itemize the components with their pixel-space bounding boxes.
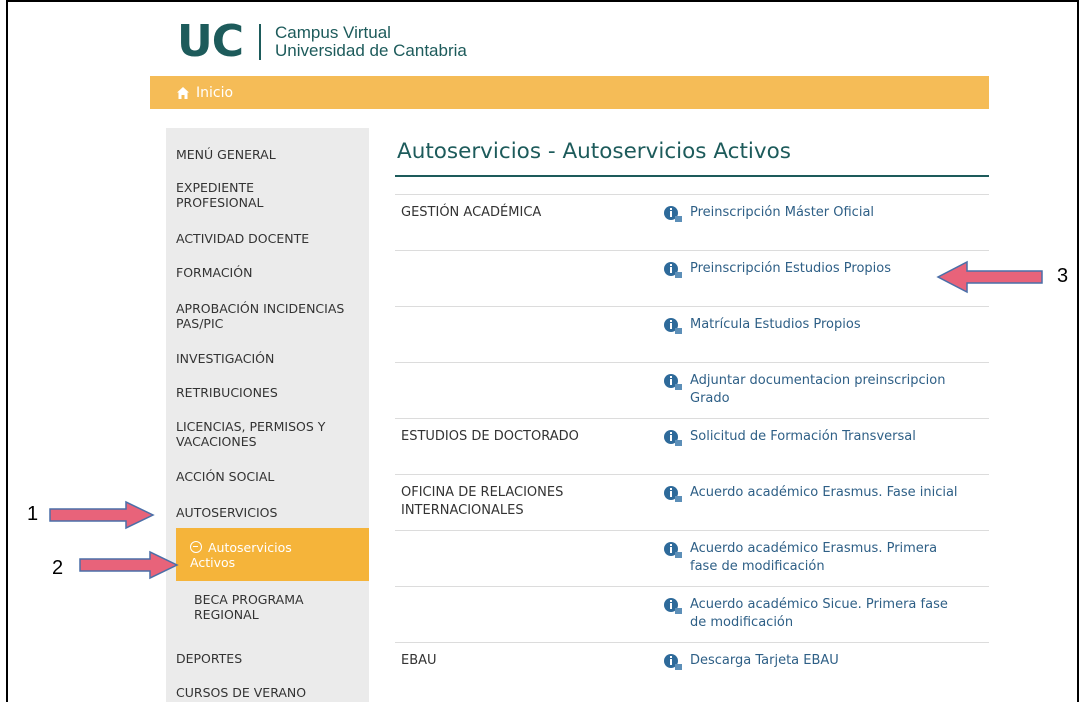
- annotation-number-1: 1: [27, 503, 39, 525]
- row-divider: [395, 362, 989, 363]
- page-title: Autoservicios - Autoservicios Activos: [397, 139, 791, 164]
- service-icon: [664, 206, 682, 222]
- service-link[interactable]: Acuerdo académico Sicue. Primera fase de…: [663, 596, 989, 636]
- category-gestion-academica: GESTIÓN ACADÉMICA: [401, 205, 542, 220]
- sidebar-item-formacion[interactable]: FORMACIÓN: [176, 265, 252, 280]
- row-divider: [395, 642, 989, 643]
- sidebar-item-menu-general[interactable]: MENÚ GENERAL: [176, 147, 276, 162]
- logo-divider: [259, 24, 262, 60]
- sidebar-item-cursos-de-verano[interactable]: CURSOS DE VERANO: [176, 685, 306, 700]
- sidebar-item-actividad-docente[interactable]: ACTIVIDAD DOCENTE: [176, 231, 309, 246]
- sidebar-item-aprobacion-incidencias[interactable]: APROBACIÓN INCIDENCIAS PAS/PIC: [176, 301, 351, 331]
- home-icon: [177, 86, 189, 99]
- service-link[interactable]: Descarga Tarjeta EBAU: [663, 652, 993, 670]
- service-icon: [664, 430, 682, 446]
- service-link-label: Preinscripción Máster Oficial: [690, 205, 875, 220]
- row-divider: [395, 586, 989, 587]
- sidebar: MENÚ GENERAL EXPEDIENTE PROFESIONAL ACTI…: [166, 128, 369, 702]
- sidebar-subitem-beca-programa-regional[interactable]: BECA PROGRAMA REGIONAL: [194, 592, 334, 622]
- category-relaciones-internacionales: OFICINA DE RELACIONES INTERNACIONALES: [401, 485, 564, 518]
- service-icon: [664, 318, 682, 334]
- service-icon: [664, 654, 682, 670]
- site-header: UC Campus Virtual Universidad de Cantabr…: [177, 20, 467, 64]
- sidebar-subitem-label: Autoservicios Activos: [190, 540, 292, 570]
- service-link-label: Acuerdo académico Erasmus. Primera fase …: [690, 541, 938, 574]
- sidebar-item-deportes[interactable]: DEPORTES: [176, 651, 242, 666]
- service-link[interactable]: Acuerdo académico Erasmus. Fase inicial: [663, 484, 989, 502]
- annotation-arrow-right-icon: [79, 550, 179, 580]
- service-link-label: Matrícula Estudios Propios: [690, 317, 861, 332]
- service-link[interactable]: Adjuntar documentacion preinscripcion Gr…: [663, 372, 993, 412]
- sidebar-item-accion-social[interactable]: ACCIÓN SOCIAL: [176, 469, 274, 484]
- row-divider: [395, 418, 989, 419]
- service-link[interactable]: Preinscripción Máster Oficial: [663, 204, 993, 222]
- row-divider: [395, 306, 989, 307]
- site-name: Campus Virtual Universidad de Cantabria: [275, 24, 467, 60]
- service-link-label: Acuerdo académico Erasmus. Fase inicial: [690, 485, 958, 500]
- category-ebau: EBAU: [401, 653, 437, 668]
- breadcrumb-home-link[interactable]: Inicio: [196, 85, 233, 101]
- sidebar-item-retribuciones[interactable]: RETRIBUCIONES: [176, 385, 278, 400]
- service-link[interactable]: Solicitud de Formación Transversal: [663, 428, 993, 446]
- row-divider: [395, 194, 989, 195]
- sidebar-item-autoservicios[interactable]: AUTOSERVICIOS: [176, 505, 277, 520]
- annotation-number-2: 2: [52, 557, 64, 579]
- sidebar-item-investigacion[interactable]: INVESTIGACIÓN: [176, 351, 274, 366]
- row-divider: [395, 530, 989, 531]
- service-icon: [664, 374, 682, 390]
- service-link-label: Descarga Tarjeta EBAU: [690, 653, 839, 668]
- title-divider: [395, 175, 989, 177]
- site-name-line1: Campus Virtual: [275, 23, 391, 42]
- service-link[interactable]: Acuerdo académico Erasmus. Primera fase …: [663, 540, 989, 580]
- annotation-arrow-right-icon: [49, 500, 155, 530]
- site-name-line2: Universidad de Cantabria: [275, 41, 467, 60]
- service-icon: [664, 542, 682, 558]
- uc-logo[interactable]: UC: [177, 20, 244, 64]
- row-divider: [395, 474, 989, 475]
- breadcrumb-bar: Inicio: [150, 76, 989, 109]
- service-link-label: Adjuntar documentacion preinscripcion Gr…: [690, 373, 946, 406]
- service-link-label: Solicitud de Formación Transversal: [690, 429, 916, 444]
- row-divider: [395, 250, 989, 251]
- annotation-number-3: 3: [1057, 265, 1069, 287]
- sidebar-item-expediente-profesional[interactable]: EXPEDIENTE PROFESIONAL: [176, 180, 326, 210]
- service-link-label: Preinscripción Estudios Propios: [690, 261, 891, 276]
- arrow-circle-icon: [190, 541, 202, 553]
- service-icon: [664, 486, 682, 502]
- category-estudios-doctorado: ESTUDIOS DE DOCTORADO: [401, 429, 579, 444]
- service-link-label: Acuerdo académico Sicue. Primera fase de…: [690, 597, 948, 630]
- annotation-arrow-left-icon: [936, 260, 1043, 294]
- service-icon: [664, 262, 682, 278]
- service-link[interactable]: Matrícula Estudios Propios: [663, 316, 993, 334]
- service-icon: [664, 598, 682, 614]
- sidebar-item-licencias[interactable]: LICENCIAS, PERMISOS Y VACACIONES: [176, 419, 356, 449]
- sidebar-subitem-autoservicios-activos[interactable]: Autoservicios Activos: [176, 528, 369, 581]
